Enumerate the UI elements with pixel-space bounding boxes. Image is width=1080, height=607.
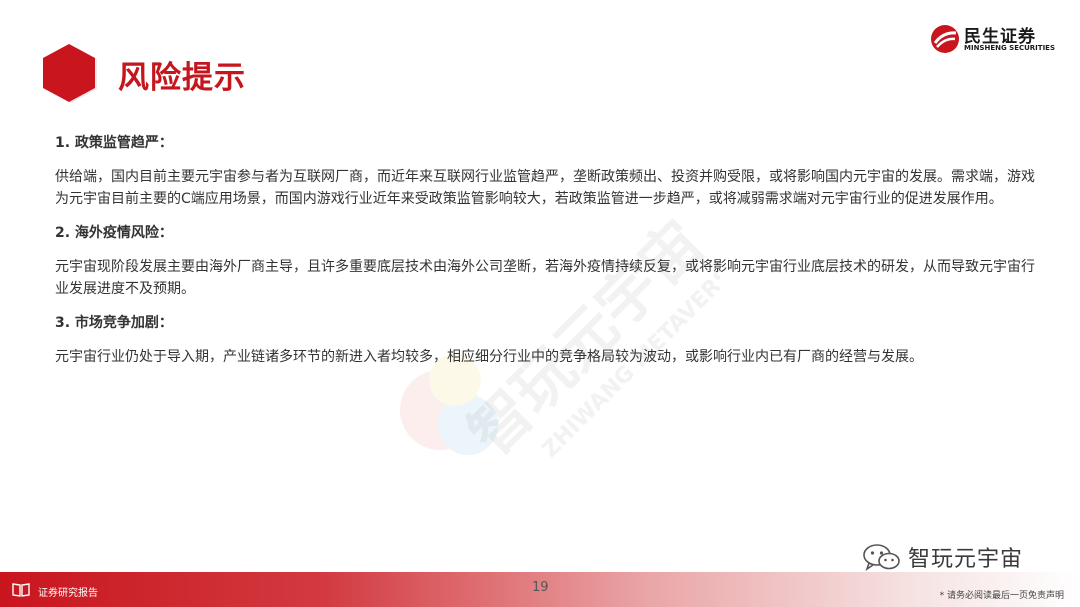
risk-content: 1. 政策监管趋严： 供给端，国内目前主要元宇宙参与者为互联网厂商，而近年来互联… <box>55 132 1045 380</box>
title-hexagon-icon <box>43 44 97 103</box>
page-title: 风险提示 <box>118 60 246 96</box>
wechat-account: 智玩元宇宙 <box>862 540 1023 574</box>
risk-section-competition: 3. 市场竞争加剧： 元宇宙行业仍处于导入期，产业链诸多环节的新进入者均较多，相… <box>55 312 1045 368</box>
section-title: 3. 市场竞争加剧： <box>55 315 173 331</box>
brand-logo: 民生证券 MINSHENG SECURITIES <box>930 22 1055 58</box>
section-body: 元宇宙行业仍处于导入期，产业链诸多环节的新进入者均较多，相应细分行业中的竞争格局… <box>55 349 923 365</box>
book-icon <box>12 583 30 597</box>
section-title: 2. 海外疫情风险： <box>55 225 173 241</box>
footer-disclaimer: * 请务必阅读最后一页免责声明 <box>939 591 1064 601</box>
risk-section-pandemic: 2. 海外疫情风险： 元宇宙现阶段发展主要由海外厂商主导，且许多重要底层技术由海… <box>55 222 1045 300</box>
wechat-account-name: 智玩元宇宙 <box>908 547 1024 572</box>
risk-section-policy: 1. 政策监管趋严： 供给端，国内目前主要元宇宙参与者为互联网厂商，而近年来互联… <box>55 132 1045 210</box>
section-title: 1. 政策监管趋严： <box>55 135 173 151</box>
wechat-icon <box>863 544 900 571</box>
footer-label: 证券研究报告 <box>38 588 98 599</box>
section-body: 元宇宙现阶段发展主要由海外厂商主导，且许多重要底层技术由海外公司垄断，若海外疫情… <box>55 259 1035 297</box>
brand-name-english: MINSHENG SECURITIES <box>964 44 1055 52</box>
section-body: 供给端，国内目前主要元宇宙参与者为互联网厂商，而近年来互联网行业监管趋严，垄断政… <box>55 169 1035 207</box>
footer-bar: 证券研究报告 19 * 请务必阅读最后一页免责声明 <box>0 572 1080 607</box>
page-number: 19 <box>532 580 549 595</box>
brand-logo-icon <box>931 25 959 53</box>
